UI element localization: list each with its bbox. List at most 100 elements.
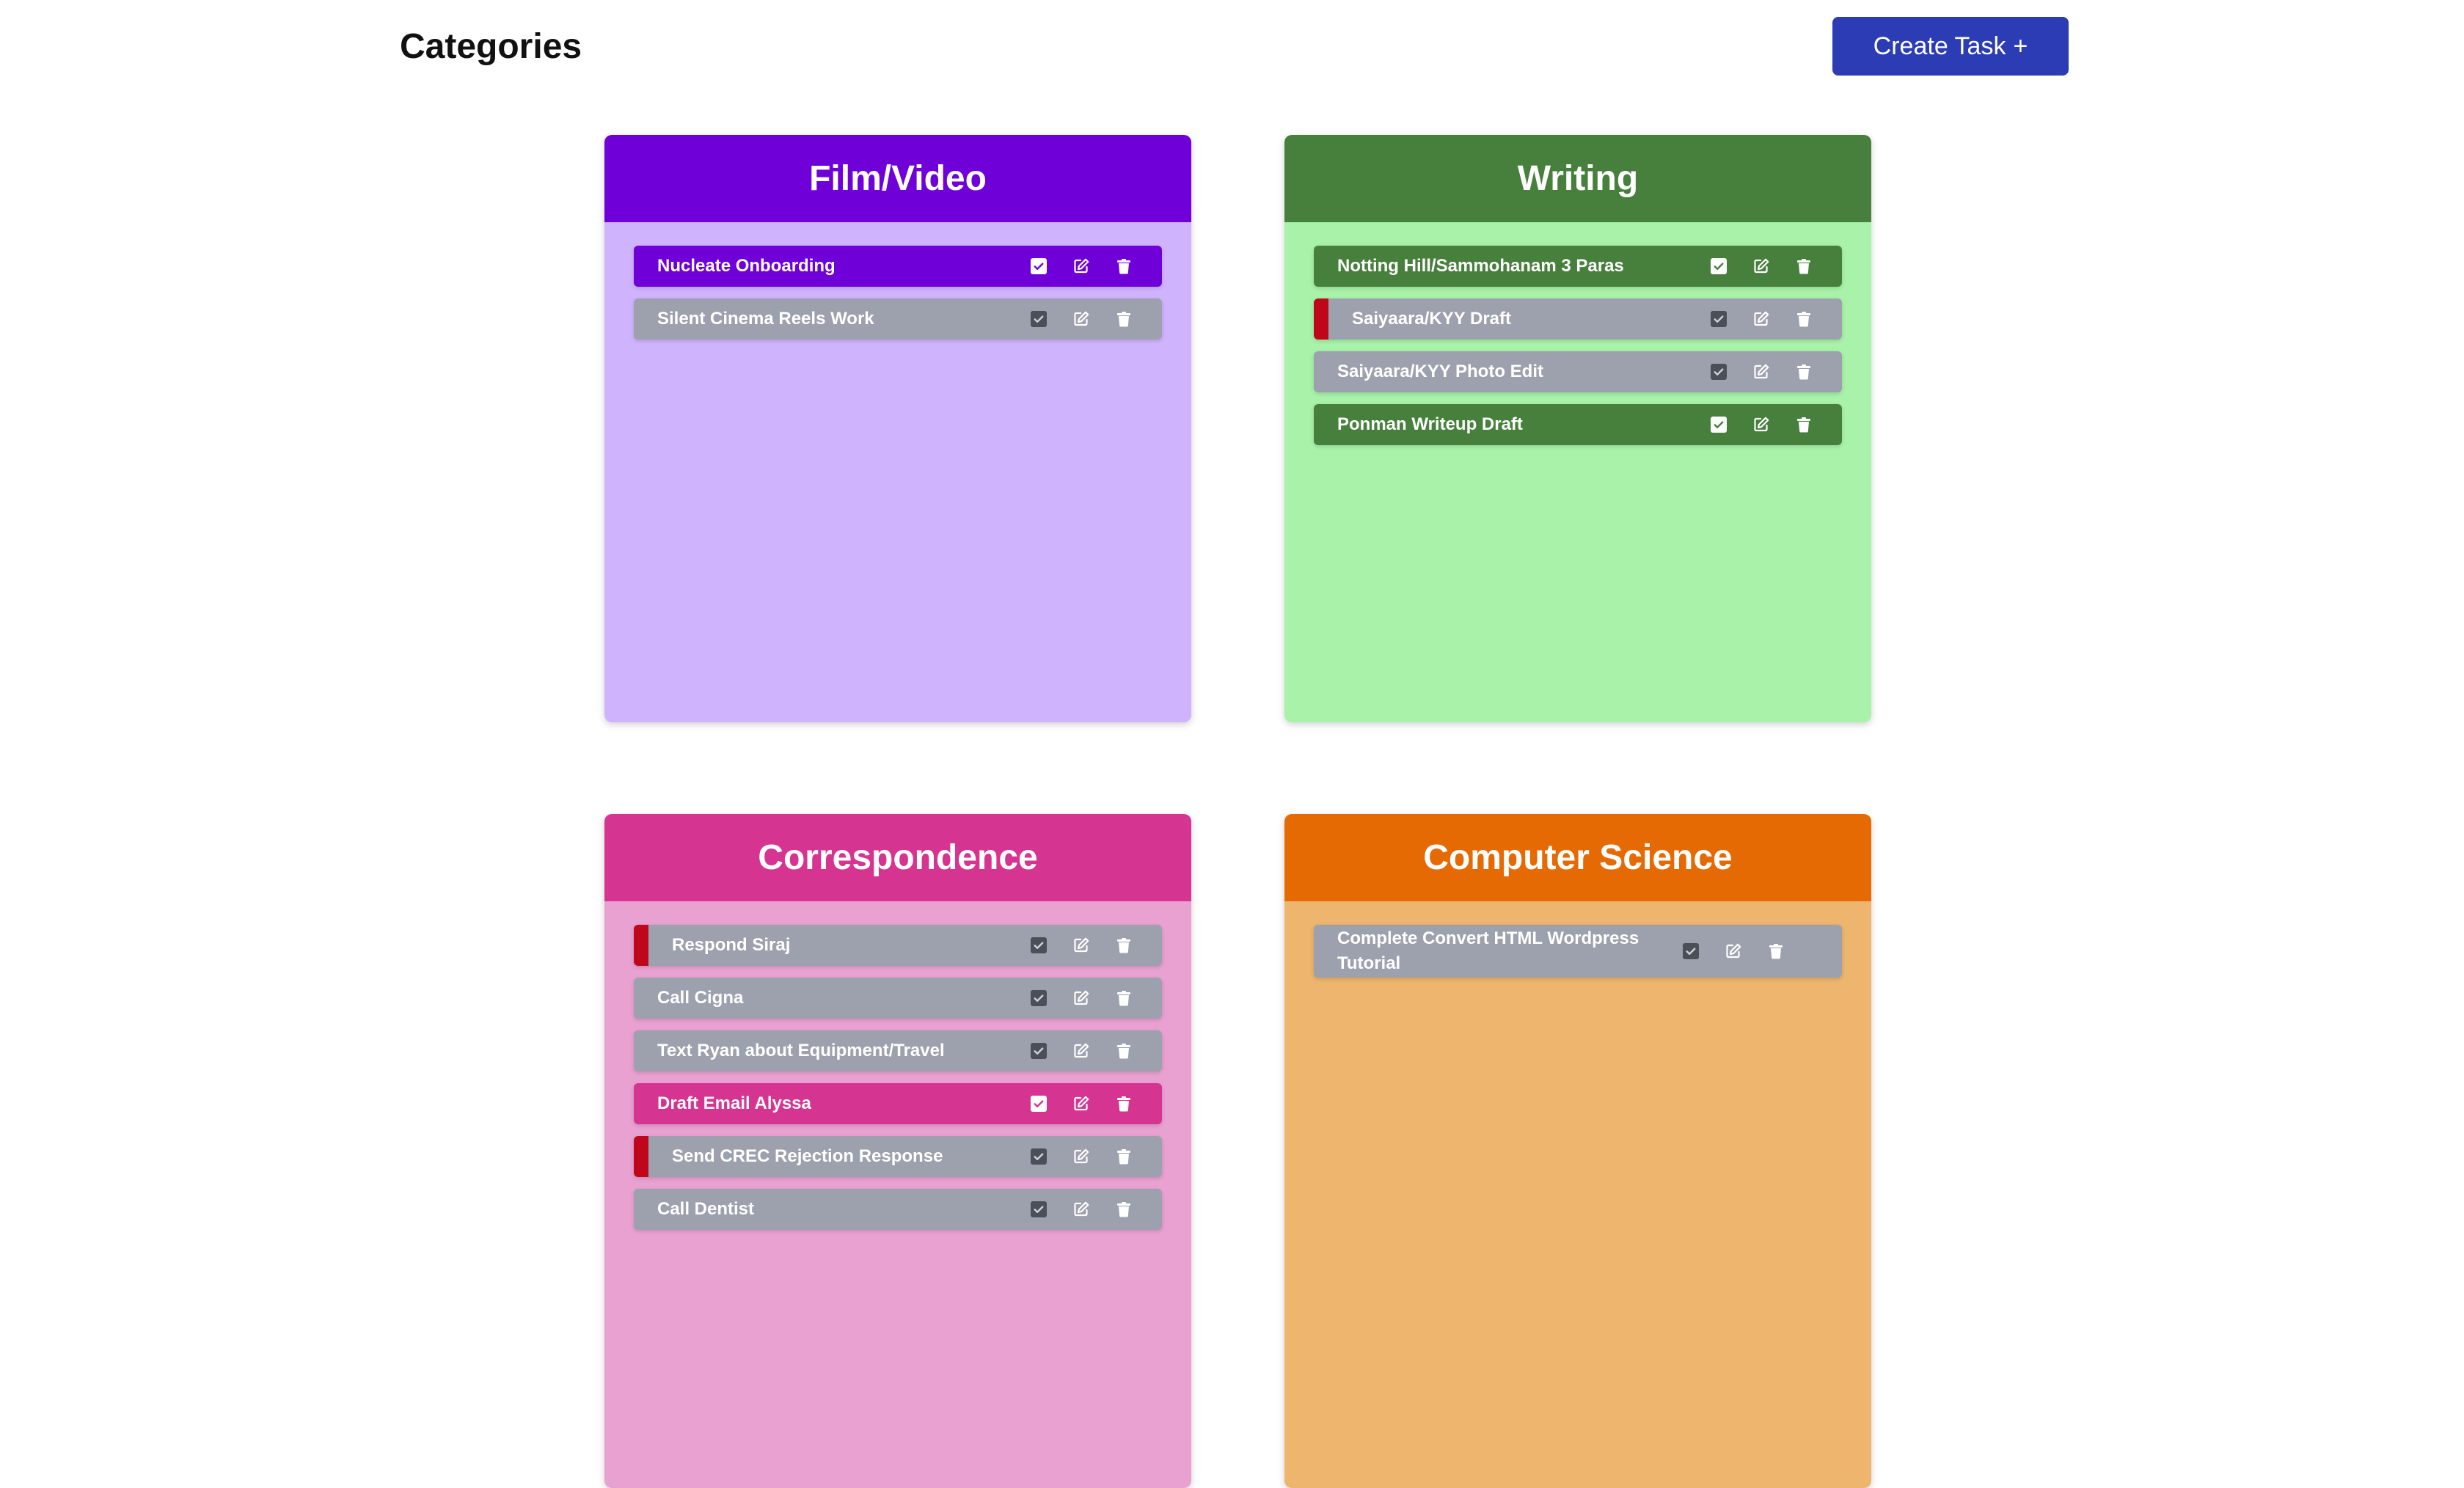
- trash-icon[interactable]: [1115, 257, 1133, 275]
- category-task-list: Notting Hill/Sammohanam 3 Paras Saiyaara/…: [1284, 222, 1871, 722]
- task-label: Text Ryan about Equipment/Travel: [657, 1041, 945, 1060]
- task-label: Nucleate Onboarding: [657, 256, 836, 276]
- task-item[interactable]: Ponman Writeup Draft: [1314, 404, 1842, 445]
- edit-icon[interactable]: [1072, 989, 1090, 1007]
- category-card-film-video: Film/Video Nucleate Onboarding Silent Cin…: [604, 135, 1191, 722]
- category-header: Computer Science: [1284, 814, 1871, 901]
- edit-icon[interactable]: [1072, 1148, 1090, 1165]
- trash-icon[interactable]: [1115, 989, 1133, 1007]
- task-actions: [1030, 937, 1133, 954]
- priority-flag: [634, 1136, 648, 1177]
- edit-icon[interactable]: [1072, 1095, 1090, 1113]
- category-title: Correspondence: [758, 838, 1038, 877]
- page-title: Categories: [400, 27, 582, 66]
- task-actions: [1710, 416, 1813, 433]
- task-actions: [1030, 1095, 1133, 1113]
- edit-icon[interactable]: [1072, 310, 1090, 328]
- task-label: Ponman Writeup Draft: [1337, 414, 1523, 434]
- task-label: Send CREC Rejection Response: [672, 1146, 943, 1166]
- edit-icon[interactable]: [1072, 1201, 1090, 1218]
- checkbox-icon[interactable]: [1710, 416, 1728, 433]
- task-item[interactable]: Respond Siraj: [634, 925, 1162, 966]
- checkbox-icon[interactable]: [1030, 989, 1048, 1007]
- checkbox-icon[interactable]: [1030, 1148, 1048, 1165]
- task-actions: [1030, 1042, 1133, 1060]
- checkbox-icon[interactable]: [1682, 942, 1700, 960]
- task-item[interactable]: Complete Convert HTML Wordpress Tutorial: [1314, 925, 1842, 978]
- category-card-correspondence: Correspondence Respond Siraj Call Cigna Te…: [604, 814, 1191, 1488]
- task-actions: [1030, 257, 1133, 275]
- edit-icon[interactable]: [1072, 937, 1090, 954]
- task-label: Saiyaara/KYY Photo Edit: [1337, 362, 1543, 381]
- checkbox-icon[interactable]: [1710, 257, 1728, 275]
- category-title: Film/Video: [809, 159, 987, 198]
- edit-icon[interactable]: [1072, 1042, 1090, 1060]
- task-label: Respond Siraj: [672, 935, 791, 955]
- category-task-list: Nucleate Onboarding Silent Cinema Reels W…: [604, 222, 1191, 722]
- task-item[interactable]: Notting Hill/Sammohanam 3 Paras: [1314, 246, 1842, 287]
- edit-icon[interactable]: [1752, 257, 1770, 275]
- trash-icon[interactable]: [1795, 416, 1813, 433]
- checkbox-icon[interactable]: [1030, 257, 1048, 275]
- task-item[interactable]: Text Ryan about Equipment/Travel: [634, 1030, 1162, 1071]
- category-task-list: Complete Convert HTML Wordpress Tutorial: [1284, 901, 1871, 1488]
- edit-icon[interactable]: [1725, 942, 1742, 960]
- task-label: Draft Email Alyssa: [657, 1093, 811, 1113]
- priority-flag: [634, 925, 648, 966]
- task-label: Saiyaara/KYY Draft: [1352, 309, 1512, 329]
- task-actions: [1710, 257, 1813, 275]
- checkbox-icon[interactable]: [1030, 1095, 1048, 1113]
- task-item[interactable]: Call Cigna: [634, 978, 1162, 1019]
- task-actions: [1030, 310, 1133, 328]
- edit-icon[interactable]: [1752, 310, 1770, 328]
- trash-icon[interactable]: [1115, 937, 1133, 954]
- edit-icon[interactable]: [1072, 257, 1090, 275]
- task-actions: [1030, 1201, 1133, 1218]
- category-header: Writing: [1284, 135, 1871, 222]
- trash-icon[interactable]: [1115, 1042, 1133, 1060]
- checkbox-icon[interactable]: [1030, 1201, 1048, 1218]
- task-actions: [1030, 1148, 1133, 1165]
- checkbox-icon[interactable]: [1030, 310, 1048, 328]
- task-item[interactable]: Nucleate Onboarding: [634, 246, 1162, 287]
- task-actions: [1710, 363, 1813, 381]
- task-label: Complete Convert HTML Wordpress Tutorial: [1337, 928, 1639, 973]
- category-card-writing: Writing Notting Hill/Sammohanam 3 Paras S…: [1284, 135, 1871, 722]
- task-label: Call Cigna: [657, 988, 744, 1008]
- checkbox-icon[interactable]: [1030, 937, 1048, 954]
- create-task-button[interactable]: Create Task +: [1832, 17, 2069, 76]
- category-title: Writing: [1517, 159, 1639, 198]
- priority-flag: [1314, 298, 1328, 340]
- task-actions: [1682, 942, 1785, 960]
- checkbox-icon[interactable]: [1710, 310, 1728, 328]
- trash-icon[interactable]: [1115, 1148, 1133, 1165]
- trash-icon[interactable]: [1767, 942, 1785, 960]
- trash-icon[interactable]: [1115, 310, 1133, 328]
- task-item[interactable]: Send CREC Rejection Response: [634, 1136, 1162, 1177]
- task-item[interactable]: Silent Cinema Reels Work: [634, 298, 1162, 340]
- task-label: Notting Hill/Sammohanam 3 Paras: [1337, 256, 1624, 276]
- task-actions: [1710, 310, 1813, 328]
- task-item[interactable]: Saiyaara/KYY Photo Edit: [1314, 351, 1842, 392]
- category-card-computer-science: Computer Science Complete Convert HTML W…: [1284, 814, 1871, 1488]
- category-header: Film/Video: [604, 135, 1191, 222]
- task-label: Silent Cinema Reels Work: [657, 309, 874, 329]
- plus-icon: +: [2013, 32, 2028, 60]
- trash-icon[interactable]: [1795, 310, 1813, 328]
- category-title: Computer Science: [1423, 838, 1733, 877]
- task-item[interactable]: Draft Email Alyssa: [634, 1083, 1162, 1124]
- create-task-label: Create Task: [1873, 32, 2006, 60]
- trash-icon[interactable]: [1795, 363, 1813, 381]
- trash-icon[interactable]: [1115, 1095, 1133, 1113]
- task-actions: [1030, 989, 1133, 1007]
- trash-icon[interactable]: [1795, 257, 1813, 275]
- edit-icon[interactable]: [1752, 363, 1770, 381]
- trash-icon[interactable]: [1115, 1201, 1133, 1218]
- category-header: Correspondence: [604, 814, 1191, 901]
- task-item[interactable]: Saiyaara/KYY Draft: [1314, 298, 1842, 340]
- task-item[interactable]: Call Dentist: [634, 1189, 1162, 1230]
- checkbox-icon[interactable]: [1030, 1042, 1048, 1060]
- task-label: Call Dentist: [657, 1199, 755, 1219]
- checkbox-icon[interactable]: [1710, 363, 1728, 381]
- edit-icon[interactable]: [1752, 416, 1770, 433]
